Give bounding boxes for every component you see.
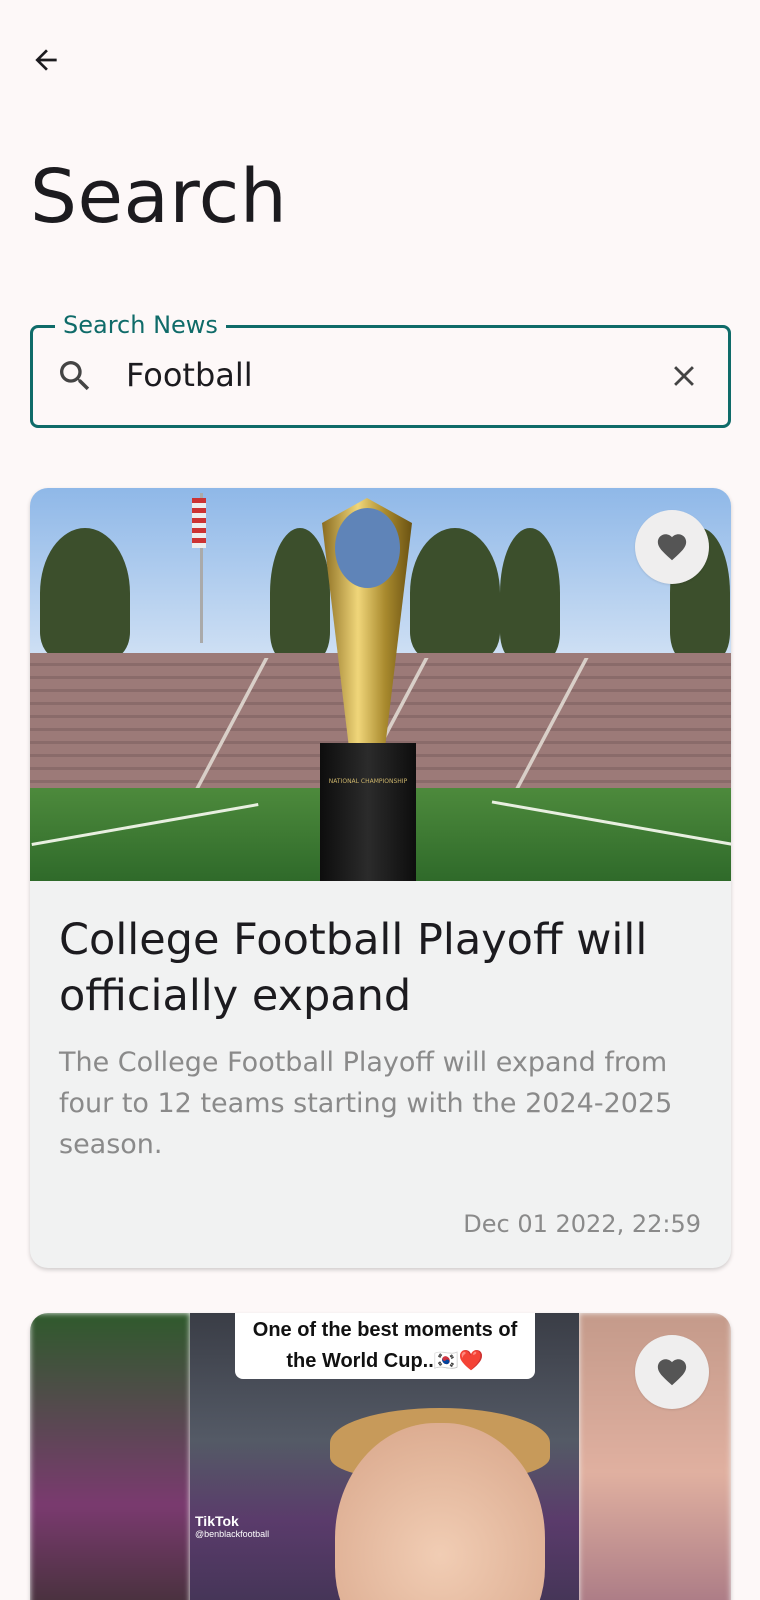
- favorite-button[interactable]: [635, 1335, 709, 1409]
- tiktok-handle: @benblackfootball: [195, 1529, 270, 1539]
- tiktok-label: TikTok: [195, 1513, 239, 1529]
- heart-icon: [657, 534, 687, 561]
- back-button[interactable]: [22, 36, 70, 84]
- article-image: One of the best moments of the World Cup…: [30, 1313, 731, 1600]
- favorite-button[interactable]: [635, 510, 709, 584]
- heart-icon: [657, 1359, 687, 1386]
- search-field[interactable]: Search News: [30, 310, 731, 428]
- clear-search-button[interactable]: [662, 354, 706, 398]
- search-field-label: Search News: [55, 310, 226, 340]
- article-description: The College Football Playoff will expand…: [59, 1047, 673, 1160]
- close-icon: [674, 366, 694, 386]
- article-card[interactable]: NATIONAL CHAMPIONSHIP College Football P…: [30, 488, 731, 1268]
- trophy-label: NATIONAL CHAMPIONSHIP: [328, 778, 408, 785]
- search-icon: [60, 361, 90, 391]
- arrow-back-icon: [35, 49, 57, 71]
- search-input[interactable]: [126, 353, 626, 397]
- article-image: NATIONAL CHAMPIONSHIP: [30, 488, 731, 881]
- article-date: Dec 01 2022, 22:59: [463, 1210, 701, 1238]
- tiktok-watermark: TikTok @benblackfootball: [195, 1513, 269, 1539]
- page-title: Search: [30, 154, 288, 240]
- image-caption: One of the best moments of the World Cup…: [235, 1313, 535, 1379]
- article-title: College Football Playoff will officially…: [59, 915, 648, 1021]
- article-card[interactable]: One of the best moments of the World Cup…: [30, 1313, 731, 1600]
